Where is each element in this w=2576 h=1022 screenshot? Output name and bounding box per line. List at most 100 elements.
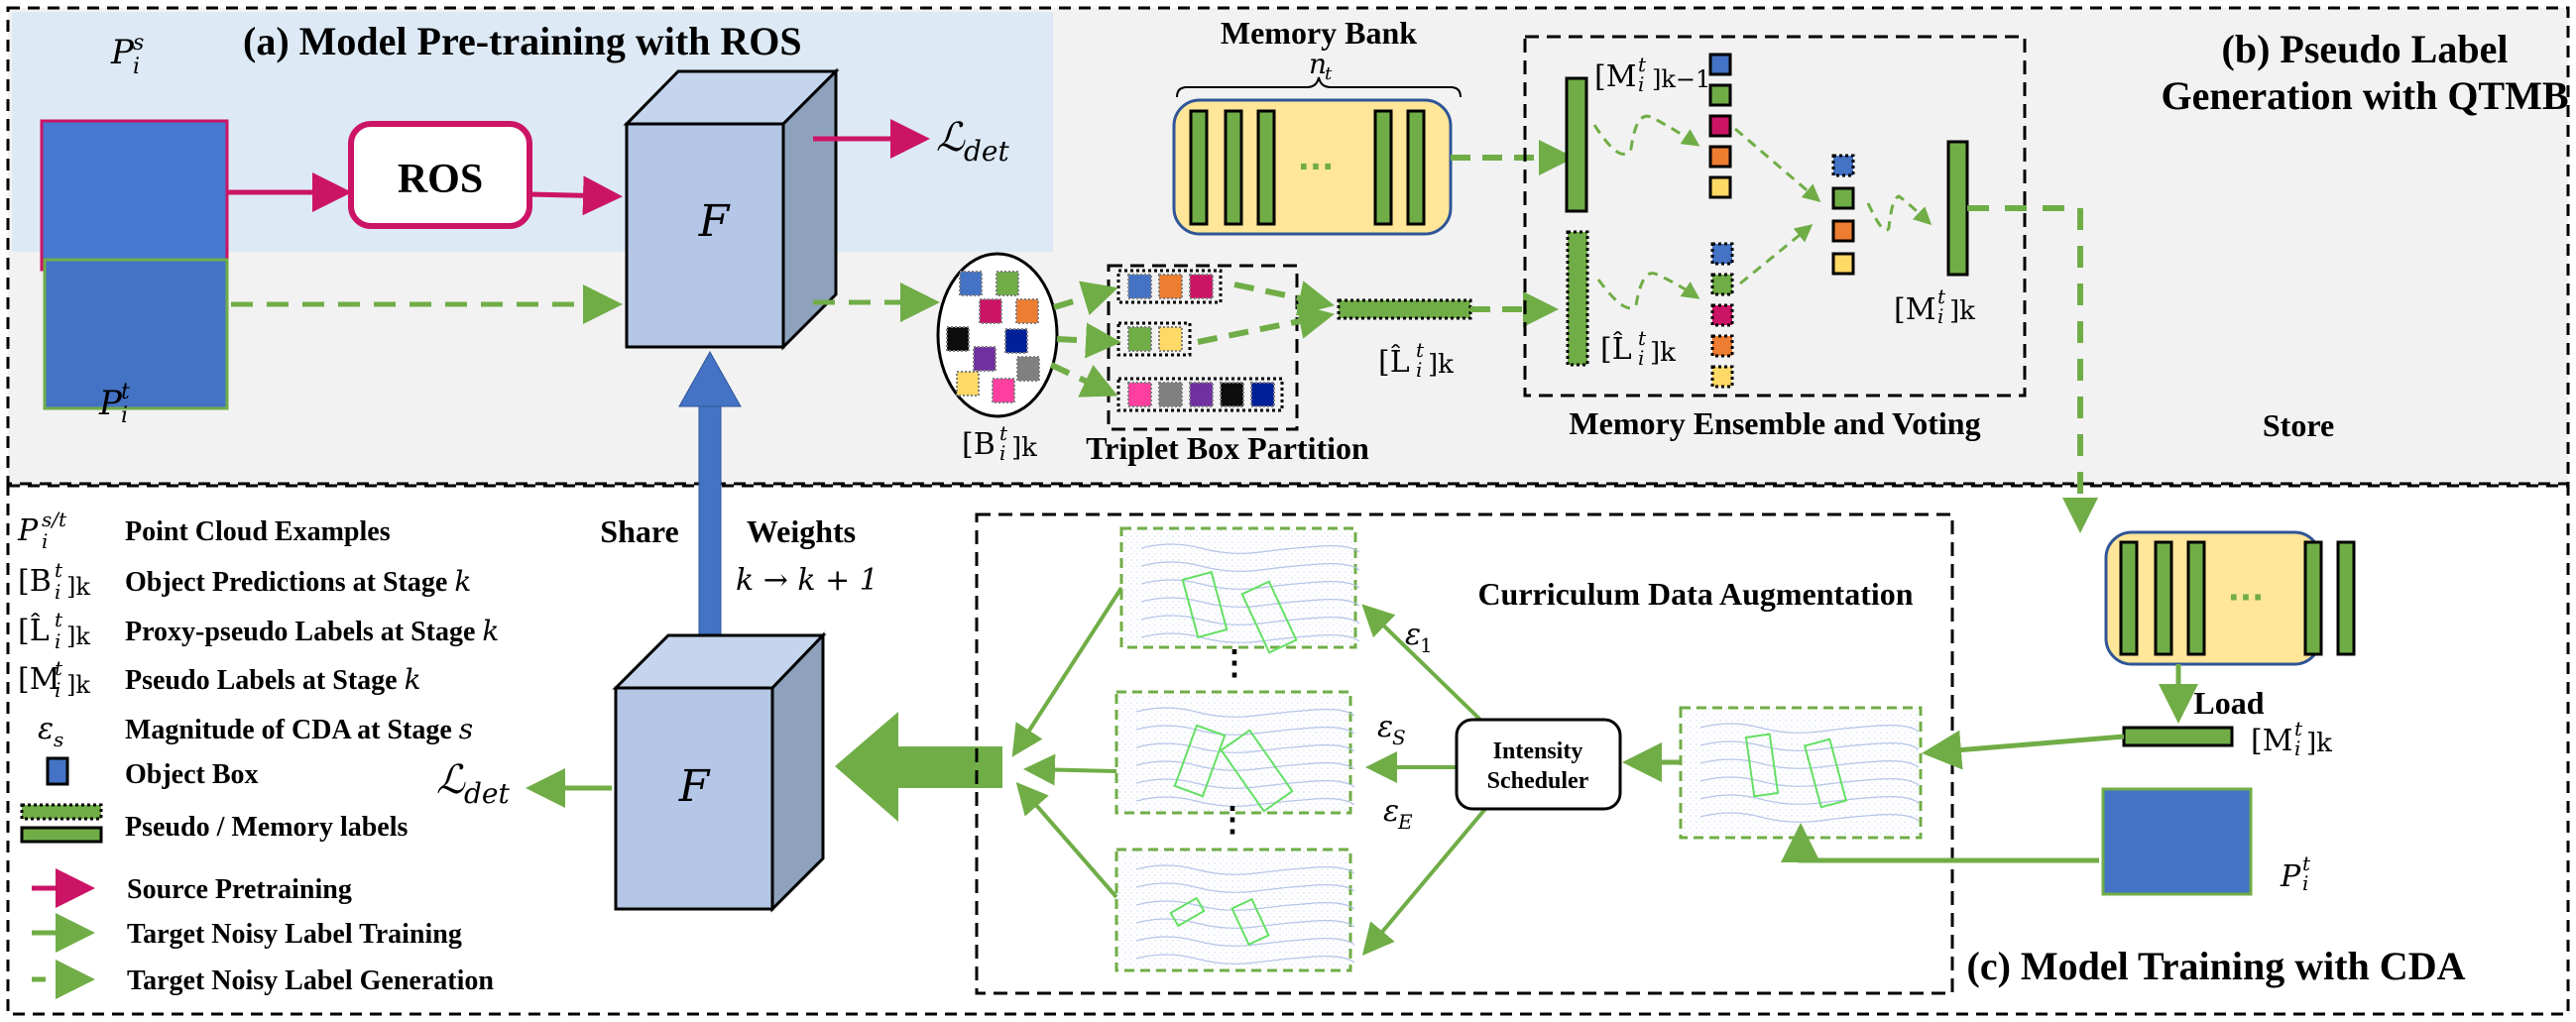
svg-text:i: i (2302, 871, 2308, 895)
store-label: Store (2263, 407, 2334, 443)
memory-bank-bar (1373, 109, 1393, 226)
memory-bank-title: Memory Bank (1221, 15, 1417, 51)
section-b-title-line1: (b) Pseudo Label (2222, 27, 2509, 71)
triplet-partition-title: Triplet Box Partition (1086, 430, 1369, 466)
svg-text:i: i (55, 678, 60, 702)
arrow-thumb2-to-model (1023, 753, 1117, 786)
prediction-box (992, 378, 1015, 403)
memory-bank-top: ··· (1172, 98, 1453, 236)
partition-box (1220, 382, 1244, 407)
loaded-memory-bar (2122, 726, 2234, 747)
svg-text:]k: ]k (1011, 433, 1037, 463)
svg-text:]k−1: ]k−1 (1652, 65, 1710, 93)
legend-symbol: P (17, 513, 39, 548)
legend-symbol: [B (18, 564, 52, 599)
memory-bank-bar (1189, 109, 1209, 226)
legend-symbol: ε (38, 712, 54, 746)
svg-text:[L̂: [L̂ (1378, 345, 1410, 380)
legend-text: Proxy-pseudo Labels at Stage k (125, 615, 499, 647)
svg-text:[M: [M (1894, 292, 1935, 327)
loaded-memory-label: [M t i ]k (2251, 717, 2332, 760)
arrow-scheduler-to-eps1 (1361, 604, 1482, 722)
svg-text:i: i (133, 55, 140, 79)
svg-text:[M: [M (2251, 724, 2292, 758)
svg-text:]k: ]k (1428, 350, 1454, 380)
svg-text:]k: ]k (66, 623, 90, 650)
legend-item-object-box: Object Box (46, 756, 259, 790)
svg-text:i: i (2294, 737, 2300, 760)
prediction-box (1016, 356, 1040, 382)
vdots-top: ⋮ (1218, 645, 1251, 682)
svg-text:i: i (55, 629, 60, 653)
arrow-memory-to-input (1922, 730, 2125, 770)
target-point-cloud-box (43, 258, 229, 410)
cda-thumbnail (1679, 706, 1923, 840)
partition-box (1250, 382, 1275, 407)
intensity-scheduler-box (1455, 718, 1622, 811)
legend-item: Ps/ti Point Cloud Examples (17, 508, 391, 553)
label-box (1708, 145, 1732, 169)
svg-text:i: i (55, 580, 60, 604)
label-box (1710, 242, 1734, 266)
epsilon-s-label: ε S (1377, 710, 1406, 749)
svg-text:s: s (54, 728, 63, 751)
cda-title: Curriculum Data Augmentation (1477, 576, 1913, 612)
svg-text:i: i (1416, 358, 1422, 382)
memory-bank-bar (2119, 540, 2139, 656)
svg-text:[L̂: [L̂ (1600, 332, 1632, 367)
label-box (1708, 114, 1732, 138)
legend-item-target-training: Target Noisy Label Training (32, 913, 462, 953)
intensity-scheduler-line2: Scheduler (1487, 768, 1589, 794)
memory-bank-bar (2186, 540, 2206, 656)
svg-text:]k: ]k (2306, 729, 2332, 758)
svg-text:]k: ]k (1650, 338, 1676, 368)
svg-text:1: 1 (1420, 633, 1433, 657)
legend: Ps/ti Point Cloud Examples [B ti]k Object P… (17, 508, 499, 999)
epsilon-1-label: ε 1 (1405, 618, 1433, 657)
label-box (1708, 175, 1732, 199)
memory-bank-bottom: ··· (2104, 530, 2356, 666)
svg-text:ℒ: ℒ (936, 115, 966, 161)
svg-text:S: S (1392, 726, 1406, 749)
svg-text:P: P (98, 384, 123, 423)
legend-text: Pseudo Labels at Stage k (125, 663, 421, 696)
prediction-box (959, 271, 983, 296)
arrow-ros-to-model (528, 175, 623, 216)
svg-text:[M: [M (1594, 59, 1636, 94)
memory-bank-ellipsis: ··· (2228, 579, 2264, 617)
arrow-thumb3-to-model (1015, 781, 1118, 899)
target-point-cloud-box-bottom (2101, 787, 2253, 896)
svg-text:ε: ε (1383, 794, 1399, 829)
proxy-memory-bar (1566, 230, 1589, 367)
legend-item-target-generation: Target Noisy Label Generation (32, 960, 494, 999)
proxy-pseudo-label-bar (1337, 298, 1472, 320)
legend-text: Magnitude of CDA at Stage s (125, 713, 473, 745)
cda-thumbnail (1114, 848, 1355, 972)
legend-symbol: [L̂ (18, 614, 50, 648)
section-c-title: (c) Model Training with CDA (1967, 944, 2466, 988)
legend-item: [L̂ ti]k Proxy-pseudo Labels at Stage k (18, 608, 499, 653)
label-box (1831, 154, 1855, 177)
partition-box (1189, 382, 1214, 407)
svg-text:E: E (1397, 810, 1413, 834)
label-box (1708, 53, 1732, 76)
svg-text:t: t (1325, 63, 1333, 84)
partition-box (1158, 382, 1183, 407)
memory-bank-bar (2154, 540, 2173, 656)
memory-bank-bar (2303, 540, 2323, 656)
legend-text: Object Predictions at Stage k (125, 565, 471, 598)
section-a-title: (a) Model Pre-training with ROS (243, 19, 802, 63)
svg-text:t: t (55, 608, 63, 631)
label-box (1710, 365, 1734, 389)
svg-text:det: det (964, 135, 1009, 168)
memory-ensemble-title: Memory Ensemble and Voting (1569, 405, 1980, 441)
legend-item-pseudo-memory: Pseudo / Memory labels (20, 803, 409, 844)
memory-bank-bar (1406, 109, 1426, 226)
svg-text:P: P (110, 33, 135, 72)
svg-text:Target Noisy Label Training: Target Noisy Label Training (127, 919, 462, 950)
legend-item: [Mti]k Pseudo Labels at Stage k (18, 656, 421, 702)
partition-box (1127, 382, 1152, 407)
svg-text:t: t (121, 380, 130, 404)
source-point-cloud-box (40, 119, 229, 272)
partition-box (1158, 326, 1183, 352)
